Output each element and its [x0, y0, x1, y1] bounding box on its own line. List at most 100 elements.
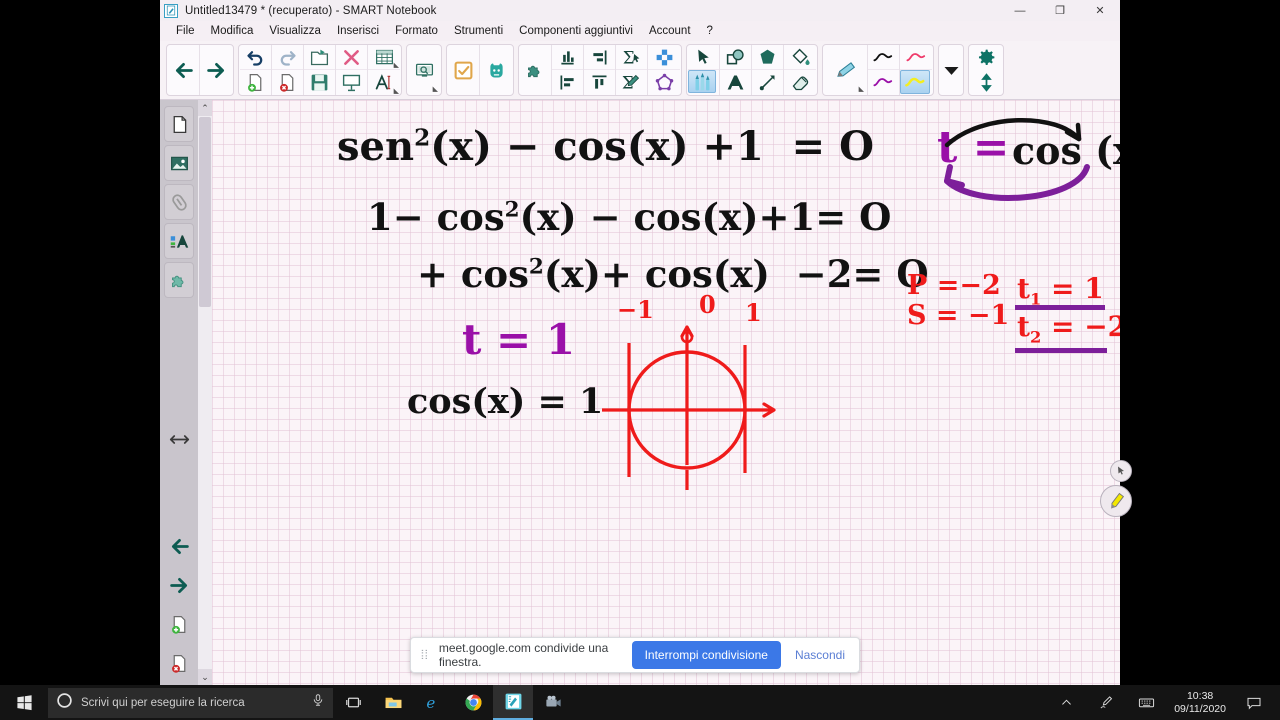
sidebar-item-next-page[interactable] [164, 567, 194, 603]
internet-explorer-button[interactable]: e [413, 685, 453, 720]
align-top-button[interactable] [584, 70, 615, 95]
checkbox-response-button[interactable] [448, 45, 480, 95]
fill-shape-button[interactable] [752, 45, 783, 70]
sum-pen-button[interactable]: Σ [616, 70, 647, 95]
handwriting-s-value: S = −1 [907, 300, 1010, 331]
camera-recorder-button[interactable] [533, 685, 573, 720]
sidebar-item-prev-page[interactable] [164, 528, 194, 564]
screen-capture-button[interactable]: ◣ [408, 45, 440, 95]
toolbar-group-edit: ◣ ◣ [238, 44, 402, 96]
drag-grip-icon[interactable]: ⦙⦙ [421, 647, 429, 663]
text-button[interactable] [720, 70, 751, 95]
puzzle-addon-button[interactable] [520, 45, 552, 95]
save-button[interactable] [304, 70, 335, 95]
notebook-canvas[interactable]: sen2(x) − cos(x) +1 = O 1− cos2(x) − cos… [212, 100, 1120, 685]
scroll-thumb[interactable] [199, 117, 211, 307]
minimize-button[interactable]: — [1000, 0, 1040, 21]
eraser-button[interactable] [784, 70, 816, 95]
share-message: meet.google.com condivide una finestra. [438, 641, 609, 669]
windows-start-icon[interactable] [0, 685, 48, 720]
menu-componenti-aggiuntivi[interactable]: Componenti aggiuntivi [511, 23, 641, 39]
stroke-red-button[interactable] [900, 45, 932, 70]
align-right-button[interactable] [584, 45, 615, 70]
smart-notebook-button[interactable] [493, 685, 533, 720]
sidebar-item-add-page[interactable] [164, 606, 194, 642]
line-button[interactable] [752, 70, 783, 95]
add-page-button[interactable] [240, 70, 271, 95]
open-file-button[interactable] [304, 45, 335, 70]
menu-formato[interactable]: Formato [387, 23, 446, 39]
shapes-plus-button[interactable] [648, 45, 680, 70]
file-explorer-button[interactable] [373, 685, 413, 720]
handwriting-equation-1: sen2(x) − cos(x) +1 = O [337, 123, 874, 170]
text-recognition-button[interactable]: ◣ [368, 70, 400, 95]
hide-sharebar-button[interactable]: Nascondi [791, 648, 849, 662]
polygon-button[interactable] [648, 70, 680, 95]
stroke-yellow-highlighter-button[interactable] [900, 70, 930, 94]
canvas-area[interactable]: sen2(x) − cos(x) +1 = O 1− cos2(x) − cos… [212, 100, 1132, 685]
redo-button[interactable] [272, 45, 303, 70]
undo-button[interactable] [240, 45, 271, 70]
task-view-button[interactable] [333, 685, 373, 720]
pencil-button[interactable]: ◣ [824, 45, 868, 95]
scroll-down-arrow[interactable]: ⌄ [198, 669, 212, 685]
gear-button[interactable] [970, 45, 1002, 70]
scroll-track[interactable] [198, 116, 212, 669]
delete-button[interactable] [336, 45, 367, 70]
menu-help[interactable]: ? [699, 23, 721, 39]
unit-circle-drawing [602, 325, 776, 490]
shapes-button[interactable] [720, 45, 751, 70]
sidebar-item-gallery[interactable] [164, 145, 194, 181]
handwriting-t-equals-1: t = 1 [462, 315, 576, 364]
stroke-purple-button[interactable] [868, 70, 899, 95]
table-button[interactable]: ◣ [368, 45, 400, 70]
chrome-button[interactable] [453, 685, 493, 720]
page-scrollbar[interactable]: ⌃ ⌄ [198, 100, 212, 685]
pen-widget-icon[interactable] [1100, 485, 1132, 517]
restore-button[interactable]: ❐ [1040, 0, 1080, 21]
forward-button[interactable] [200, 45, 232, 95]
stop-sharing-button[interactable]: Interrompi condivisione [631, 641, 781, 669]
menu-inserisci[interactable]: Inserisci [329, 23, 387, 39]
cursor-widget-icon[interactable] [1110, 460, 1132, 482]
keyboard-icon[interactable] [1126, 685, 1166, 720]
stroke-black-button[interactable] [868, 45, 899, 70]
paint-bucket-button[interactable] [784, 45, 816, 70]
scroll-up-arrow[interactable]: ⌃ [198, 100, 212, 116]
smart-lab-button[interactable] [480, 45, 512, 95]
taskbar-clock[interactable]: 10:38 09/11/2020 [1166, 690, 1234, 716]
sidebar-item-properties[interactable] [164, 223, 194, 259]
menu-visualizza[interactable]: Visualizza [261, 23, 329, 39]
sidebar-item-delete-page[interactable] [164, 645, 194, 681]
close-button[interactable]: ✕ [1080, 0, 1120, 21]
menu-strumenti[interactable]: Strumenti [446, 23, 511, 39]
sum-cursor-button[interactable]: Σ [616, 45, 647, 70]
pencil-dropdown-arrow[interactable]: ◣ [859, 86, 864, 93]
toolbar-overflow-button[interactable] [940, 45, 962, 95]
toolbar-group-math: Σ Σ [518, 44, 682, 96]
menu-file[interactable]: File [168, 23, 203, 39]
sidebar-item-page-sorter[interactable] [164, 106, 194, 142]
sidebar-item-resize[interactable] [164, 421, 194, 457]
delete-page-button[interactable] [272, 70, 303, 95]
notification-icon[interactable] [1234, 685, 1274, 720]
sidebar-item-addons[interactable] [164, 262, 194, 298]
table-dropdown-arrow[interactable]: ◣ [394, 62, 399, 69]
move-toolbar-button[interactable] [970, 70, 1002, 95]
pen-ink-icon[interactable] [1086, 685, 1126, 720]
search-input[interactable]: Scrivi qui per eseguire la ricerca [48, 687, 333, 718]
toolbar-col-align2 [584, 45, 616, 95]
menu-account[interactable]: Account [641, 23, 699, 39]
text-recognition-dropdown-arrow[interactable]: ◣ [394, 88, 399, 95]
menu-modifica[interactable]: Modifica [203, 23, 262, 39]
chevron-up-icon[interactable] [1046, 685, 1086, 720]
microphone-icon[interactable] [311, 693, 325, 712]
pens-button[interactable] [688, 70, 716, 93]
bar-chart-button[interactable] [552, 45, 583, 70]
screen-shade-button[interactable] [336, 70, 367, 95]
back-button[interactable] [168, 45, 200, 95]
screen-capture-dropdown-arrow[interactable]: ◣ [433, 86, 438, 93]
select-pointer-button[interactable] [688, 45, 719, 70]
align-left-button[interactable] [552, 70, 583, 95]
sidebar-item-attachments[interactable] [164, 184, 194, 220]
